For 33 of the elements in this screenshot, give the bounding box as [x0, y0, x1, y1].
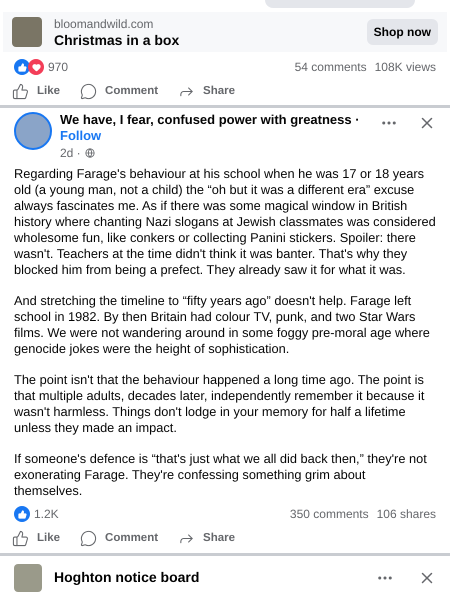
like-reaction-icon — [14, 506, 30, 522]
share-count: 106 shares — [376, 506, 436, 524]
shop-now-button[interactable]: Shop now — [366, 19, 438, 45]
reaction-count: 970 — [48, 59, 68, 76]
view-count: 108K views — [374, 59, 436, 76]
reaction-count: 1.2K — [34, 506, 59, 524]
speech-bubble-icon — [80, 83, 98, 100]
photo-placeholder — [12, 17, 42, 47]
photo-placeholder — [14, 564, 42, 592]
follow-link[interactable]: Follow — [60, 128, 102, 144]
comment-count[interactable]: 54 comments — [294, 58, 367, 76]
post-paragraph: And stretching the timeline to “fifty years ago” doesn't help. Farage left school in 1982. By then Britain had colour TV, punk, and two Star Wars films. We were not wandering around in some foggy pre-moral age where genocide jokes were the height of sophistication. — [14, 293, 431, 358]
post-paragraph: If someone's defence is “that's just what we all did back then,” they're not exonerating Farage. They're confessing something grim about themselves. — [14, 451, 428, 500]
share-button[interactable]: Share — [178, 530, 236, 548]
comment-count[interactable]: 350 comments — [290, 505, 369, 524]
ad-headline: Christmas in a box — [54, 32, 180, 48]
post-paragraph: The point isn't that the behaviour happened a long time ago. The point is that multiple adults, decades later, independently remember it because it wasn't harmless. Things don't lodge in your memory for half a lifetime unless they made an impact. — [14, 372, 426, 436]
post-time: 2d · — [60, 145, 81, 162]
post-paragraph: Regarding Farage's behaviour at his school when he was 17 or 18 years old (a young man, not a child) the “oh but it was a different era” excuse always fascinates me. As if there was some magical window in British history where chanting Nazi slogans at Jewish classmates was considered wholesome fun, like conkers or collecting Panini stickers. Spoiler: there wasn't. Teachers at the time didn't think it was banter. That's why they blocked him from being a prefect. They already saw it for what it was. — [14, 166, 436, 278]
globe-icon — [84, 148, 95, 158]
comment-button[interactable]: Comment — [80, 530, 158, 548]
like-button[interactable]: Like — [12, 83, 60, 100]
thumbs-up-icon — [12, 530, 29, 548]
ad-domain: bloomandwild.com — [54, 16, 154, 32]
comment-button[interactable]: Comment — [80, 83, 158, 100]
love-reaction-icon — [28, 59, 44, 75]
share-button[interactable]: Share — [178, 83, 236, 100]
thumbs-up-icon — [12, 83, 29, 100]
avatar[interactable] — [14, 112, 52, 150]
like-button[interactable]: Like — [12, 530, 60, 548]
post-title[interactable]: We have, I fear, confused power with greatness · — [60, 112, 372, 128]
like-reaction-icon — [14, 59, 30, 75]
speech-bubble-icon — [80, 530, 98, 548]
